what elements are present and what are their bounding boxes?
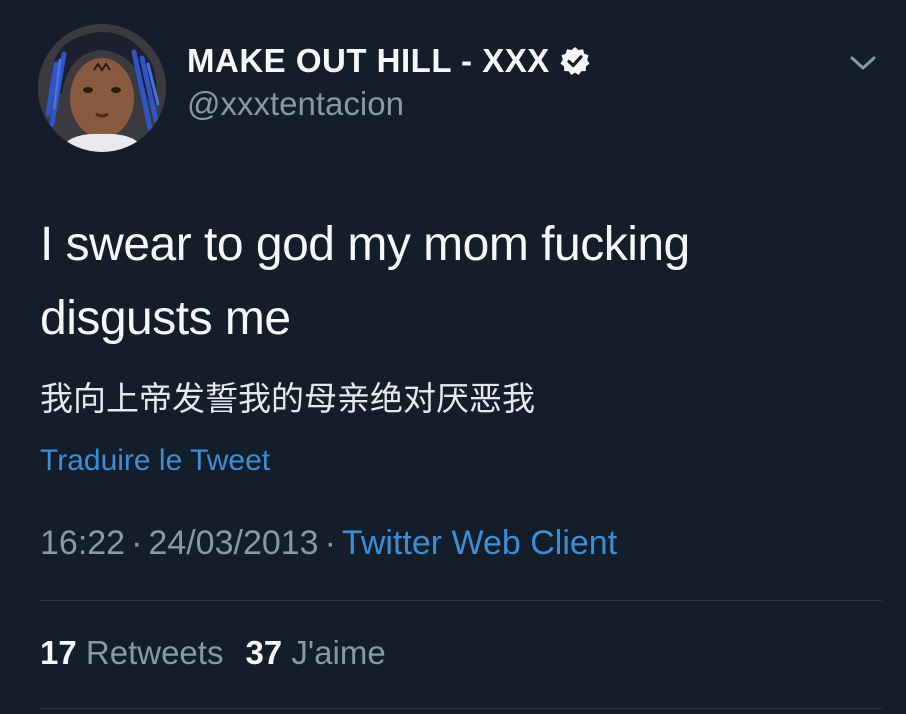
tweet-meta: 16:22 · 24/03/2013 · Twitter Web Client <box>40 524 617 563</box>
user-handle[interactable]: @xxxtentacion <box>187 85 404 123</box>
likes-count: 37 <box>245 634 283 671</box>
tweet-stats: 17 Retweets 37 J'aime <box>40 634 386 672</box>
tweet-client-link[interactable]: Twitter Web Client <box>342 524 617 562</box>
tweet-date[interactable]: 24/03/2013 <box>148 524 318 562</box>
divider <box>40 600 882 601</box>
retweets-stat[interactable]: 17 Retweets <box>40 634 223 671</box>
name-row[interactable]: MAKE OUT HILL - XXX <box>187 40 590 82</box>
divider <box>40 708 882 709</box>
verified-badge-icon <box>560 47 590 75</box>
likes-stat[interactable]: 37 J'aime <box>245 634 385 671</box>
tweet-card: MAKE OUT HILL - XXX @xxxtentacion I swea… <box>0 0 906 714</box>
translate-tweet-link[interactable]: Traduire le Tweet <box>40 444 270 478</box>
avatar[interactable] <box>38 24 166 152</box>
retweets-label: Retweets <box>85 634 224 671</box>
tweet-time[interactable]: 16:22 <box>40 524 125 562</box>
translated-text: 我向上帝发誓我的母亲绝对厌恶我 <box>40 379 535 418</box>
meta-separator: · <box>324 524 336 562</box>
chevron-down-icon[interactable] <box>846 50 880 76</box>
avatar-image <box>38 24 166 152</box>
tweet-text: I swear to god my mom fucking disgusts m… <box>40 218 690 345</box>
meta-separator: · <box>131 524 143 562</box>
display-name[interactable]: MAKE OUT HILL - XXX <box>187 42 550 80</box>
likes-label: J'aime <box>291 634 386 671</box>
retweets-count: 17 <box>40 634 77 671</box>
